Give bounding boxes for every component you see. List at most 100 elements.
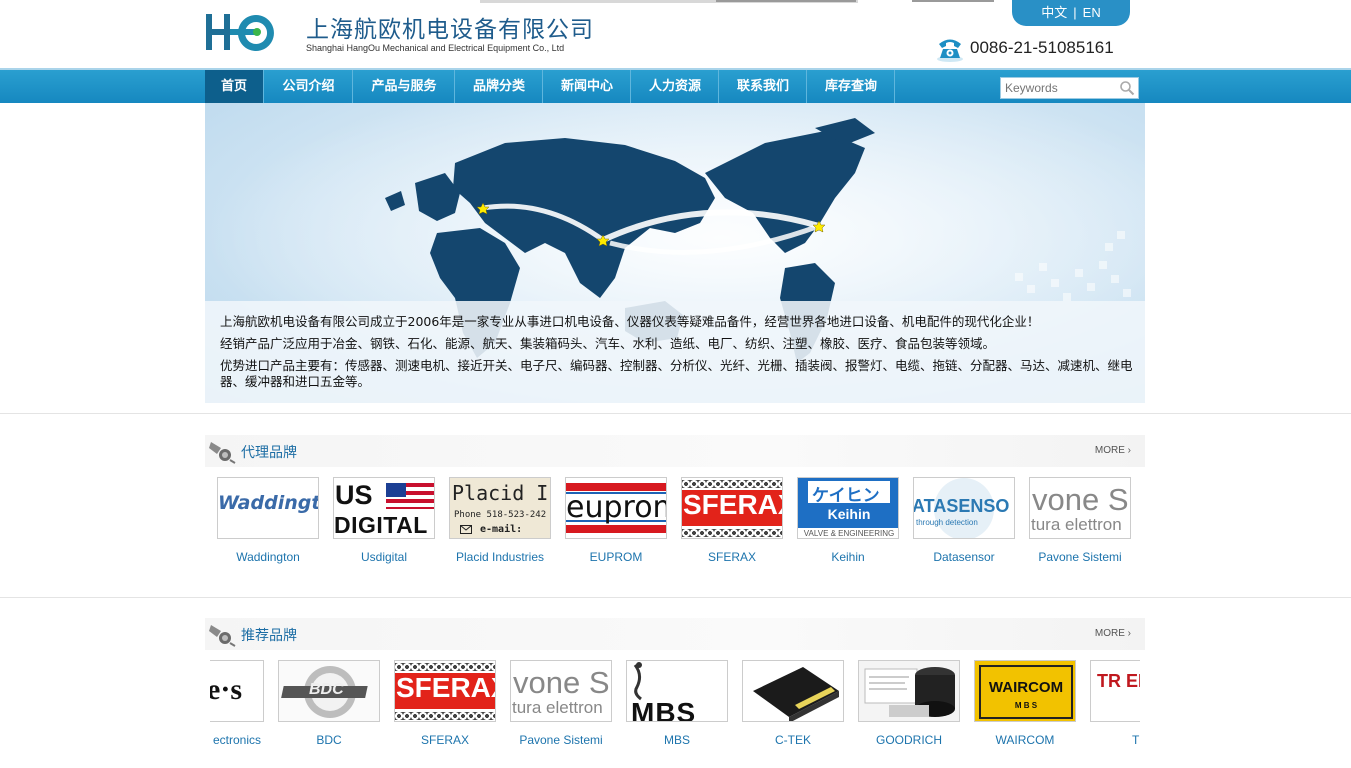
brand-logo-text: ケイヒン xyxy=(812,486,880,506)
phone-icon xyxy=(937,39,963,62)
search-input[interactable] xyxy=(1005,80,1115,96)
brand-card: TR EL T xyxy=(1090,660,1140,747)
brand-logo-text: through detection xyxy=(916,518,978,527)
brand-name-link[interactable]: ectronics xyxy=(210,733,264,747)
nav-item-inventory[interactable]: 库存查询 xyxy=(808,70,895,103)
brand-logo-text: BDC xyxy=(309,681,344,698)
brand-logo-text: US xyxy=(335,480,373,510)
brand-logo-text: SFERAX xyxy=(683,489,782,520)
brand-logo[interactable]: US DIGITAL xyxy=(333,477,435,539)
brand-name-link[interactable]: Waddington xyxy=(217,550,319,564)
brand-logo[interactable] xyxy=(858,660,960,722)
brand-logo-text: SFERAX xyxy=(396,672,495,703)
recommended-brands-title: 推荐品牌 xyxy=(241,628,297,644)
brand-logo[interactable]: WAIRCOM M B S xyxy=(974,660,1076,722)
brand-logo[interactable]: Waddingto xyxy=(217,477,319,539)
brand-card: ケイヒン Keihin VALVE & ENGINEERING Keihin xyxy=(797,477,899,564)
company-logo-icon[interactable] xyxy=(204,12,294,54)
brand-logo[interactable]: vone S tura elettron xyxy=(510,660,612,722)
brand-logo-text: tura elettron xyxy=(512,698,603,717)
brand-card: vone S tura elettron Pavone Sistemi xyxy=(510,660,612,747)
brand-card: C-TEK xyxy=(742,660,844,747)
nav-item-hr[interactable]: 人力资源 xyxy=(632,70,719,103)
nav-item-products[interactable]: 产品与服务 xyxy=(354,70,455,103)
flag-icon xyxy=(386,483,434,509)
brand-logo-text: VALVE & ENGINEERING xyxy=(803,529,895,538)
brand-name-link[interactable]: Pavone Sistemi xyxy=(510,733,612,747)
ctek-product-image xyxy=(753,667,839,721)
goodrich-product-image xyxy=(864,667,955,717)
search-icon[interactable] xyxy=(1119,80,1135,96)
brand-name-link[interactable]: Pavone Sistemi xyxy=(1029,550,1131,564)
recommended-brands-more-link[interactable]: MORE › xyxy=(1095,628,1131,639)
envelope-icon xyxy=(460,525,472,534)
brand-card: US DIGITAL Usdigital xyxy=(333,477,435,564)
nav-item-news[interactable]: 新闻中心 xyxy=(544,70,631,103)
main-nav: 首页 公司介绍 产品与服务 品牌分类 新闻中心 人力资源 联系我们 库存查询 xyxy=(0,68,1351,103)
intro-line-1: 上海航欧机电设备有限公司成立于2006年是一家专业从事进口机电设备、仪器仪表等疑… xyxy=(220,314,1040,329)
agent-brands-header: 代理品牌 MORE › xyxy=(205,435,1145,467)
brand-name-link[interactable]: MBS xyxy=(626,733,728,747)
nav-item-about[interactable]: 公司介绍 xyxy=(265,70,353,103)
intro-line-2: 经销产品广泛应用于冶金、钢铁、石化、能源、航天、集装箱码头、汽车、水利、造纸、电… xyxy=(220,336,996,351)
brand-logo-text: Phone 518-523-242 xyxy=(454,510,547,520)
brand-card: ATASENSO through detection Datasensor xyxy=(913,477,1015,564)
intro-line-3: 优势进口产品主要有：传感器、测速电机、接近开关、电子尺、编码器、控制器、分析仪、… xyxy=(220,358,1133,389)
chevron-right-icon: › xyxy=(1127,628,1131,639)
brand-logo[interactable]: e·s xyxy=(210,660,264,722)
brand-logo[interactable]: ケイヒン Keihin VALVE & ENGINEERING xyxy=(797,477,899,539)
lang-separator: | xyxy=(1073,5,1077,20)
brand-name-link[interactable]: EUPROM xyxy=(565,550,667,564)
brand-logo[interactable]: BDC xyxy=(278,660,380,722)
brand-name-link[interactable]: T xyxy=(1090,733,1140,747)
brand-logo[interactable]: vone S tura elettron xyxy=(1029,477,1131,539)
lang-en-link[interactable]: EN xyxy=(1083,5,1101,20)
more-label: MORE xyxy=(1094,445,1125,456)
brand-logo[interactable]: SFERAX xyxy=(681,477,783,539)
brand-logo[interactable]: TR EL xyxy=(1090,660,1140,722)
search-box xyxy=(1000,77,1139,99)
brand-name-link[interactable]: Usdigital xyxy=(333,550,435,564)
brand-logo[interactable]: Placid In Phone 518-523-242 e-mail: xyxy=(449,477,551,539)
brand-name-link[interactable]: BDC xyxy=(278,733,380,747)
brand-name-link[interactable]: WAIRCOM xyxy=(974,733,1076,747)
more-label: MORE xyxy=(1094,628,1125,639)
brand-logo[interactable]: MBS xyxy=(626,660,728,722)
section-divider xyxy=(0,413,1351,414)
brand-logo[interactable]: euprom xyxy=(565,477,667,539)
brand-logo[interactable] xyxy=(742,660,844,722)
brand-name-link[interactable]: SFERAX xyxy=(394,733,496,747)
brand-logo-text: e-mail: xyxy=(480,524,523,535)
brand-card: vone S tura elettron Pavone Sistemi xyxy=(1029,477,1131,564)
brand-logo-text: e·s xyxy=(210,673,242,706)
brand-logo-text: TR EL xyxy=(1097,671,1140,691)
brand-logo-text: WAIRCOM xyxy=(988,679,1064,696)
brand-card: Waddingto Waddington xyxy=(217,477,319,564)
brand-logo-text: MBS xyxy=(631,697,697,722)
brand-name-link[interactable]: SFERAX xyxy=(681,550,783,564)
nav-item-home[interactable]: 首页 xyxy=(205,70,264,103)
lang-cn-link[interactable]: 中文 xyxy=(1041,5,1067,20)
agent-brands-more-link[interactable]: MORE › xyxy=(1095,445,1131,456)
recommended-brands-header: 推荐品牌 MORE › xyxy=(205,618,1145,650)
brand-name-link[interactable]: Keihin xyxy=(797,550,899,564)
nav-item-brands[interactable]: 品牌分类 xyxy=(456,70,543,103)
brand-logo[interactable]: SFERAX xyxy=(394,660,496,722)
brand-logo[interactable]: ATASENSO through detection xyxy=(913,477,1015,539)
top-divider xyxy=(912,0,994,2)
brand-name-link[interactable]: Placid Industries xyxy=(449,550,551,564)
brand-name-link[interactable]: C-TEK xyxy=(742,733,844,747)
brand-logo-text: vone S xyxy=(1032,482,1129,517)
recommended-brands-carousel[interactable]: e·s ectronics BDC BDC SFERAX xyxy=(210,655,1140,768)
brand-card: BDC BDC xyxy=(278,660,380,747)
company-name-cn: 上海航欧机电设备有限公司 xyxy=(306,17,594,43)
brand-name-link[interactable]: GOODRICH xyxy=(858,733,960,747)
hero-banner: 上海航欧机电设备有限公司成立于2006年是一家专业从事进口机电设备、仪器仪表等疑… xyxy=(205,103,1145,403)
brand-logo-text: tura elettron xyxy=(1031,515,1122,534)
nav-item-contact[interactable]: 联系我们 xyxy=(720,70,807,103)
brand-name-link[interactable]: Datasensor xyxy=(913,550,1015,564)
page: 上海航欧机电设备有限公司 Shanghai HangOu Mechanical … xyxy=(0,0,1351,768)
top-divider xyxy=(716,0,856,2)
language-switcher: 中文 | EN xyxy=(1012,0,1130,26)
brand-card: euprom EUPROM xyxy=(565,477,667,564)
